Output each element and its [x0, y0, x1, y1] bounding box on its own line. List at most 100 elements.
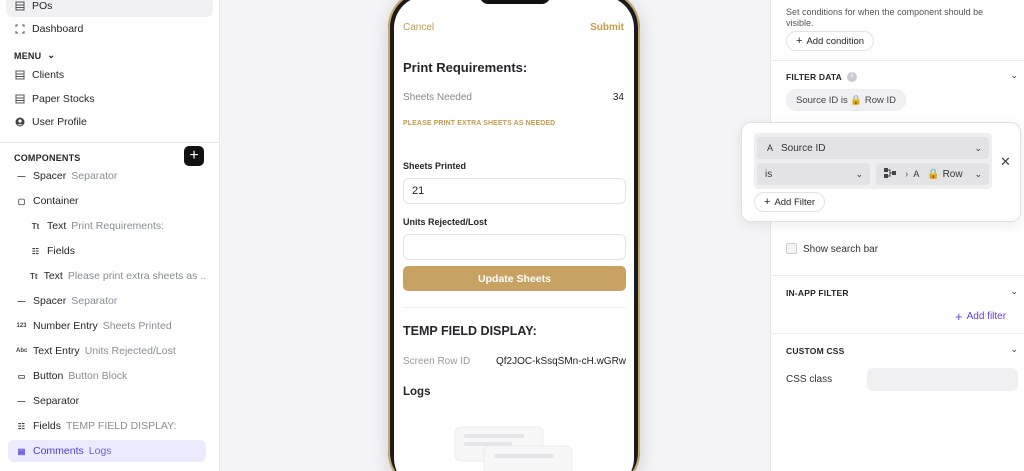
separator-icon: —: [17, 396, 26, 406]
chevron-down-icon: ⌄: [855, 168, 863, 179]
sheets-printed-input[interactable]: 21: [403, 178, 626, 204]
container-icon: ▢: [17, 196, 26, 206]
submit-button[interactable]: Submit: [590, 22, 624, 33]
fields-icon: ☷: [31, 246, 40, 256]
components-section-label: COMPONENTS: [14, 153, 81, 163]
plus-icon: +: [796, 35, 803, 47]
component-row[interactable]: Abc Text Entry Units Rejected/Lost: [8, 340, 206, 362]
component-sub: Button Block: [68, 370, 128, 382]
component-row[interactable]: ▭ Button Button Block: [8, 365, 206, 387]
component-label: Number Entry: [33, 320, 98, 332]
component-label: Text: [47, 220, 67, 232]
nav-item-label: POs: [32, 0, 53, 12]
add-filter-button[interactable]: + Add Filter: [754, 192, 826, 212]
components-label: COMPONENTS: [14, 153, 81, 163]
screen-row-id-value: Qf2JOC-kSsqSMn-cH.wGRw: [496, 356, 627, 367]
show-search-bar-checkbox[interactable]: [786, 243, 797, 254]
component-label: Text: [43, 270, 63, 282]
fields-icon: ☷: [17, 421, 26, 431]
table-icon: [15, 1, 25, 11]
component-row[interactable]: 123 Number Entry Sheets Printed: [8, 315, 206, 337]
section-divider: [771, 333, 1024, 334]
component-sub: Separator: [71, 295, 118, 307]
css-class-input[interactable]: [867, 368, 1018, 391]
component-sub: Print Requirements:: [71, 220, 165, 232]
filter-field-select[interactable]: A Source ID ⌄: [757, 137, 989, 159]
filter-row: A Source ID ⌄ is ⌄ › A 🔒 Row ⌄: [754, 133, 992, 189]
component-sub: Sheets Printed: [102, 320, 172, 332]
component-label: Container: [33, 195, 79, 207]
show-search-bar-label: Show search bar: [803, 244, 879, 255]
add-in-app-filter-link[interactable]: + Add filter: [955, 309, 1006, 324]
menu-label: MENU: [14, 50, 42, 61]
chevron-down-icon[interactable]: ⌄: [1010, 286, 1018, 297]
visibility-hint: Set conditions for when the component sh…: [786, 7, 984, 28]
text-type-icon: A: [913, 169, 920, 179]
add-condition-label: Add condition: [806, 35, 865, 47]
chevron-down-icon: ⌄: [974, 168, 982, 179]
comments-icon: ▤: [17, 446, 26, 456]
add-filter-label: Add filter: [966, 311, 1007, 322]
phone-preview: Cancel Submit Print Requirements: Sheets…: [388, 0, 640, 471]
component-row[interactable]: — Separator: [8, 390, 206, 412]
properties-panel: Set conditions for when the component sh…: [770, 0, 1024, 471]
sheets-printed-label: Sheets Printed: [403, 161, 467, 171]
comments-placeholder-illustration: [454, 426, 579, 471]
add-component-button[interactable]: +: [184, 146, 204, 166]
nav-item-label: User Profile: [32, 116, 87, 128]
nav-item-clients[interactable]: Clients: [6, 64, 213, 86]
component-sub: Please print extra sheets as ...: [67, 270, 206, 282]
component-label: Spacer: [33, 170, 67, 182]
chevron-down-icon: ⌄: [47, 50, 56, 60]
component-row[interactable]: Tt Text Print Requirements:: [8, 215, 206, 237]
filter-operator-value: is: [765, 168, 773, 180]
component-sub: Units Rejected/Lost: [84, 345, 176, 357]
nav-item-paper-stocks[interactable]: Paper Stocks: [6, 88, 213, 110]
section-divider: [771, 275, 1024, 276]
units-rejected-label: Units Rejected/Lost: [403, 217, 488, 227]
component-row-selected[interactable]: ▤ Comments Logs: [8, 440, 206, 462]
menu-section-toggle[interactable]: MENU ⌄: [14, 50, 55, 61]
in-app-filter-header[interactable]: IN-APP FILTER: [786, 288, 849, 298]
nav-item-user-profile[interactable]: User Profile: [6, 111, 213, 133]
update-sheets-button[interactable]: Update Sheets: [403, 266, 626, 291]
chevron-down-icon[interactable]: ⌄: [1010, 70, 1018, 81]
filter-editor-popover: A Source ID ⌄ is ⌄ › A 🔒 Row ⌄ ✕ + Add F…: [741, 122, 1021, 222]
nav-item-dashboard[interactable]: Dashboard: [6, 18, 213, 40]
close-icon[interactable]: ✕: [1000, 154, 1011, 170]
units-rejected-input[interactable]: [403, 234, 626, 260]
component-label: Separator: [33, 395, 80, 407]
filter-value-value: 🔒 Row: [927, 168, 963, 180]
filter-field-value: Source ID: [781, 142, 826, 154]
button-icon: ▭: [17, 371, 26, 381]
chevron-right-icon: ›: [905, 168, 909, 180]
filter-operator-select[interactable]: is ⌄: [757, 163, 870, 185]
sidebar-divider: [0, 142, 219, 143]
component-row[interactable]: ☷ Fields TEMP FIELD DISPLAY:: [8, 415, 206, 437]
component-row[interactable]: Tt Text Please print extra sheets as ...: [8, 265, 206, 287]
dashboard-icon: [15, 24, 25, 34]
filter-condition-pill[interactable]: Source ID is 🔒 Row ID: [786, 89, 906, 111]
nav-item-pos[interactable]: POs: [6, 0, 213, 17]
component-label: Button: [33, 370, 64, 382]
logs-title: Logs: [403, 386, 431, 398]
chevron-down-icon[interactable]: ⌄: [1010, 344, 1018, 355]
add-condition-button[interactable]: + Add condition: [786, 31, 875, 51]
component-sub: Logs: [88, 445, 112, 457]
chevron-down-icon: ⌄: [974, 142, 982, 153]
cancel-button[interactable]: Cancel: [403, 22, 434, 33]
component-row[interactable]: ▢ Container: [8, 190, 206, 212]
component-label: Text Entry: [33, 345, 80, 357]
phone-notch: [480, 0, 550, 4]
filter-value-select[interactable]: › A 🔒 Row ⌄: [876, 163, 989, 185]
nav-item-label: Clients: [32, 69, 65, 81]
component-row[interactable]: — Spacer Separator: [8, 165, 206, 187]
phone-screen: Cancel Submit Print Requirements: Sheets…: [394, 0, 634, 471]
number-entry-icon: 123: [16, 323, 27, 329]
print-requirements-title: Print Requirements:: [403, 60, 528, 75]
custom-css-header[interactable]: CUSTOM CSS: [786, 346, 845, 356]
filter-data-header[interactable]: FILTER DATA i: [786, 72, 858, 82]
component-row[interactable]: — Spacer Separator: [8, 290, 206, 312]
text-icon: Tt: [31, 221, 40, 231]
component-row[interactable]: ☷ Fields: [8, 240, 206, 262]
